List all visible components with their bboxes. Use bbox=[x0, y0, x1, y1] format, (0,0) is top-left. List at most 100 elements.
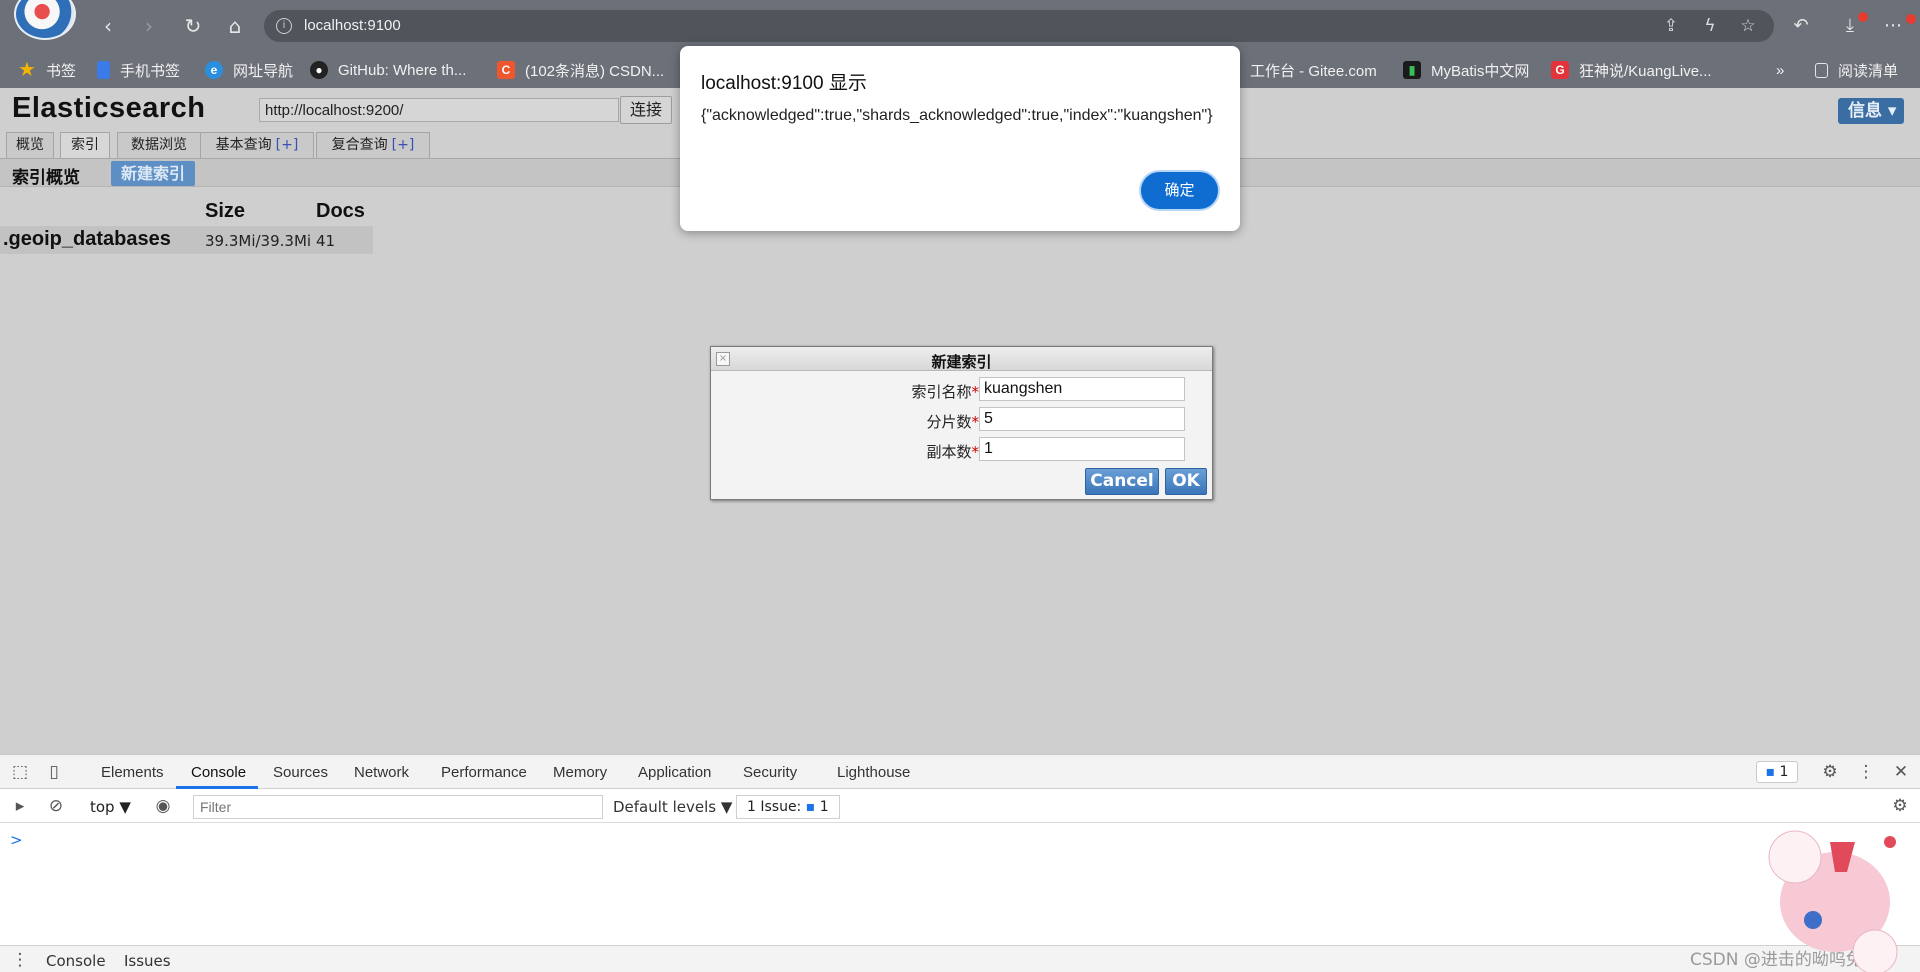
address-text[interactable]: localhost:9100 bbox=[304, 17, 401, 34]
tab-basic-query[interactable]: 基本查询 [+] bbox=[200, 132, 314, 158]
devtools-tab-lighthouse[interactable]: Lighthouse bbox=[837, 764, 910, 781]
ok-button[interactable]: OK bbox=[1165, 468, 1207, 495]
issues-badge[interactable]: ▪ 1 bbox=[1756, 761, 1798, 783]
phone-bookmark-icon bbox=[97, 61, 110, 79]
devtools-tab-security[interactable]: Security bbox=[743, 764, 797, 781]
bookmark-item[interactable]: ● GitHub: Where th... bbox=[310, 58, 466, 82]
issues-button[interactable]: 1 Issue: ▪ 1 bbox=[736, 795, 840, 819]
undo-icon[interactable]: ↶ bbox=[1788, 13, 1814, 39]
index-name-input[interactable] bbox=[979, 377, 1185, 401]
kebab-menu-icon[interactable]: ⋮ bbox=[1856, 762, 1876, 782]
drawer-tab-console[interactable]: Console bbox=[46, 952, 106, 970]
bunny-head-icon bbox=[1852, 929, 1898, 972]
column-header-docs: Docs bbox=[316, 200, 365, 222]
table-row[interactable]: .geoip_databases 39.3Mi/39.3Mi 41 bbox=[0, 226, 373, 254]
drawer-menu-icon[interactable]: ⋮ bbox=[10, 950, 30, 970]
bunny-head-icon bbox=[1768, 830, 1822, 884]
lightning-icon[interactable]: ϟ bbox=[1700, 16, 1720, 36]
console-prompt[interactable]: > bbox=[10, 831, 23, 849]
required-mark: * bbox=[971, 413, 980, 431]
devtools-drawer: ⋮ Console Issues bbox=[0, 945, 1920, 972]
required-mark: * bbox=[971, 383, 980, 401]
cancel-button[interactable]: Cancel bbox=[1085, 468, 1159, 495]
sidebar-toggle-icon[interactable]: ▸ bbox=[10, 796, 30, 816]
add-basic-query[interactable]: [+] bbox=[276, 137, 299, 153]
connect-button[interactable]: 连接 bbox=[620, 96, 672, 124]
forward-icon[interactable]: › bbox=[136, 13, 162, 39]
reading-list-icon bbox=[1815, 62, 1828, 78]
alert-dialog: localhost:9100 显示 {"acknowledged":true,"… bbox=[680, 46, 1240, 231]
back-icon[interactable]: ‹ bbox=[95, 13, 121, 39]
tab-browser[interactable]: 数据浏览 bbox=[117, 132, 201, 158]
message-icon: ▪ bbox=[805, 799, 816, 815]
tab-compound-query[interactable]: 复合查询 [+] bbox=[316, 132, 430, 158]
berry-icon bbox=[1804, 911, 1822, 929]
site-info-icon[interactable]: i bbox=[276, 18, 292, 34]
create-index-dialog: 新建索引 × 索引名称* 分片数* 副本数* Cancel OK bbox=[710, 346, 1213, 500]
profile-avatar[interactable] bbox=[14, 0, 76, 40]
bookmark-item[interactable]: e 网址导航 bbox=[205, 58, 293, 82]
devtools-tab-sources[interactable]: Sources bbox=[273, 764, 328, 781]
close-icon[interactable]: × bbox=[716, 352, 730, 366]
clear-console-icon[interactable]: ⊘ bbox=[46, 796, 66, 816]
drawer-tab-issues[interactable]: Issues bbox=[124, 952, 171, 970]
edge-icon: e bbox=[205, 61, 223, 79]
new-index-button[interactable]: 新建索引 bbox=[111, 161, 195, 186]
cluster-url-input[interactable] bbox=[259, 98, 619, 122]
alert-message: {"acknowledged":true,"shards_acknowledge… bbox=[701, 107, 1213, 124]
required-mark: * bbox=[971, 443, 980, 461]
replicas-input[interactable] bbox=[979, 437, 1185, 461]
favorite-star-icon[interactable]: ☆ bbox=[1738, 16, 1758, 36]
devtools-tab-elements[interactable]: Elements bbox=[101, 764, 164, 781]
add-compound-query[interactable]: [+] bbox=[392, 137, 415, 153]
eye-icon[interactable]: ◉ bbox=[153, 796, 173, 816]
device-toolbar-icon[interactable]: ▯ bbox=[44, 762, 64, 782]
alert-confirm-button[interactable]: 确定 bbox=[1139, 170, 1220, 211]
bookmark-item[interactable]: ▮ MyBatis中文网 bbox=[1403, 58, 1529, 82]
app-title: Elasticsearch bbox=[12, 92, 206, 124]
bookmark-item[interactable]: 工作台 - Gitee.com bbox=[1250, 58, 1377, 82]
more-icon[interactable]: ⋯ bbox=[1880, 13, 1906, 39]
devtools-tab-performance[interactable]: Performance bbox=[441, 764, 527, 781]
bookmark-item[interactable]: 手机书签 bbox=[97, 58, 180, 82]
shards-input[interactable] bbox=[979, 407, 1185, 431]
kuang-icon: G bbox=[1551, 61, 1569, 79]
tab-indices[interactable]: 索引 bbox=[60, 132, 110, 159]
log-levels-dropdown[interactable]: Default levels ▼ bbox=[613, 798, 732, 816]
mybatis-icon: ▮ bbox=[1403, 61, 1421, 79]
column-header-size: Size bbox=[205, 200, 246, 222]
devtools-panel: ⬚ ▯ Elements Console Sources Network Per… bbox=[0, 754, 1920, 972]
bookmarks-overflow[interactable]: » bbox=[1776, 58, 1784, 82]
bookmark-item[interactable]: G 狂神说/KuangLive... bbox=[1551, 58, 1712, 82]
browser-toolbar: ‹ › ↻ ⌂ i localhost:9100 ⇪ ϟ ☆ ↶ ⤓ ⋯ bbox=[0, 0, 1920, 52]
inspect-element-icon[interactable]: ⬚ bbox=[10, 762, 30, 782]
bookmark-item[interactable]: 阅读清单 bbox=[1815, 58, 1898, 82]
home-icon[interactable]: ⌂ bbox=[222, 13, 248, 39]
index-size: 39.3Mi/39.3Mi bbox=[205, 232, 312, 250]
devtools-tab-network[interactable]: Network bbox=[354, 764, 409, 781]
index-name[interactable]: .geoip_databases bbox=[3, 228, 171, 251]
csdn-icon: C bbox=[497, 61, 515, 79]
devtools-tab-console[interactable]: Console bbox=[191, 764, 246, 781]
bookmark-item[interactable]: ★ 书签 bbox=[18, 58, 76, 82]
dialog-titlebar: 新建索引 × bbox=[711, 347, 1212, 371]
decorative-sticker bbox=[1768, 830, 1898, 972]
info-menu-button[interactable]: 信息 ▾ bbox=[1838, 98, 1904, 124]
console-filter-input[interactable] bbox=[193, 795, 603, 819]
address-bar[interactable]: i localhost:9100 ⇪ ϟ ☆ bbox=[264, 10, 1774, 42]
settings-gear-icon[interactable]: ⚙ bbox=[1820, 762, 1840, 782]
download-badge bbox=[1858, 12, 1868, 22]
devtools-tab-memory[interactable]: Memory bbox=[553, 764, 607, 781]
tab-overview[interactable]: 概览 bbox=[6, 132, 54, 158]
devtools-tab-application[interactable]: Application bbox=[638, 764, 711, 781]
console-toolbar: ▸ ⊘ top ▼ ◉ Default levels ▼ 1 Issue: ▪ … bbox=[0, 789, 1920, 823]
bookmark-item[interactable]: C (102条消息) CSDN... bbox=[497, 58, 664, 82]
close-devtools-icon[interactable]: ✕ bbox=[1891, 762, 1911, 782]
context-selector[interactable]: top ▼ bbox=[90, 798, 131, 816]
reload-icon[interactable]: ↻ bbox=[180, 13, 206, 39]
section-title: 索引概览 bbox=[12, 168, 80, 188]
more-badge bbox=[1906, 14, 1916, 24]
dialog-title: 新建索引 bbox=[931, 353, 992, 371]
share-icon[interactable]: ⇪ bbox=[1661, 16, 1681, 36]
field-label-shards: 分片数* bbox=[926, 413, 980, 431]
